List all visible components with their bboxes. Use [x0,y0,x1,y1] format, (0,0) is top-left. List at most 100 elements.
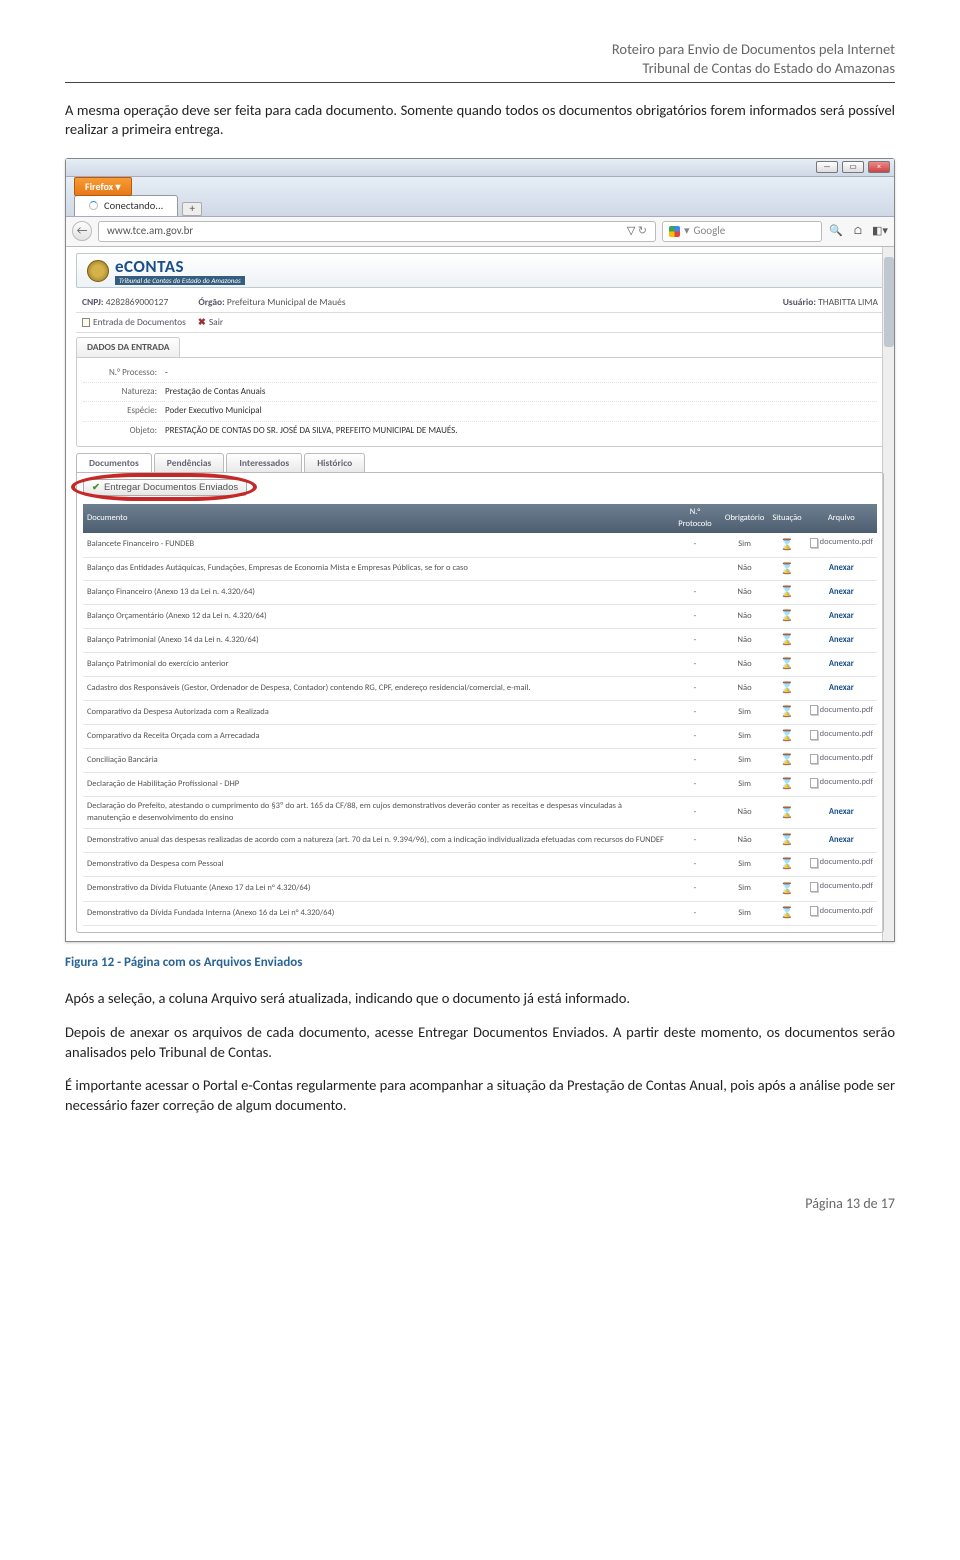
entregar-documentos-button[interactable]: ✔ Entregar Documentos Enviados [83,479,247,496]
browser-tab-loading[interactable]: Conectando... [74,195,178,216]
tab-interessados[interactable]: Interessados [226,453,302,473]
address-bar: ← www.tce.am.gov.br ▽ ↻ ▾ Google 🔍 ⌂ ◧▾ [66,217,894,247]
obrigatorio: Não [721,797,769,829]
menu-bar: Entrada de Documentos ✖Sair [76,313,884,333]
table-row: Declaração de Habilitação Profissional -… [83,773,877,797]
dados-row: Natureza:Prestação de Contas Anuais [83,383,877,402]
doc-name: Demonstrativo da Dívida Fundada Interna … [83,901,669,925]
header-line2: Tribunal de Contas do Estado do Amazonas [65,59,895,78]
anexar-link[interactable]: Anexar [829,659,854,669]
doc-name: Balancete Financeiro - FUNDEB [83,533,669,557]
situacao: ⌛ [768,773,805,797]
dados-tab-label: DADOS DA ENTRADA [76,337,180,357]
table-header: Documento [83,504,669,533]
menu-sair[interactable]: ✖Sair [198,316,223,329]
arquivo-pdf[interactable]: documento.pdf [810,705,873,716]
table-row: Balanço Orçamentário (Anexo 12 da Lei n.… [83,605,877,629]
doc-name: Cadastro dos Responsáveis (Gestor, Orden… [83,676,669,700]
tab-histórico[interactable]: Histórico [304,453,365,473]
doc-name: Demonstrativo da Dívida Flutuante (Anexo… [83,877,669,901]
dropdown-icon: ▽ ↻ [627,224,647,239]
arquivo-cell: documento.pdf [806,724,877,748]
anexar-link[interactable]: Anexar [829,807,854,817]
arquivo-pdf[interactable]: documento.pdf [810,753,873,764]
protocolo: - [669,533,721,557]
maximize-button[interactable]: ▭ [842,161,864,173]
situacao: ⌛ [768,700,805,724]
table-row: Comparativo da Receita Orçada com a Arre… [83,724,877,748]
paragraph-3: Depois de anexar os arquivos de cada doc… [65,1023,895,1062]
anexar-link[interactable]: Anexar [829,835,854,845]
situacao: ⌛ [768,676,805,700]
tab-documentos[interactable]: Documentos [76,453,152,473]
usuario-label: Usuário: [783,296,816,308]
home-icon[interactable]: ⌂ [850,223,866,239]
anexar-link[interactable]: Anexar [829,635,854,645]
search-icon[interactable]: 🔍 [828,223,844,239]
usuario-value: THABITTA LIMA [818,296,878,308]
doc-name: Demonstrativo anual das despesas realiza… [83,829,669,853]
anexar-link[interactable]: Anexar [829,611,854,621]
url-field[interactable]: www.tce.am.gov.br ▽ ↻ [98,221,656,242]
hourglass-icon: ⌛ [780,681,794,694]
doc-icon [810,906,818,916]
hourglass-icon: ⌛ [780,562,794,575]
firefox-menu-button[interactable]: Firefox ▾ [74,177,132,197]
table-row: Balanço Financeiro (Anexo 13 da Lei n. 4… [83,581,877,605]
doc-name: Balanço Patrimonial do exercício anterio… [83,652,669,676]
documentos-panel: ✔ Entregar Documentos Enviados Documento… [76,472,884,932]
back-button[interactable]: ← [72,221,92,241]
doc-name: Balanço Patrimonial (Anexo 14 da Lei n. … [83,629,669,653]
protocolo: - [669,853,721,877]
search-box[interactable]: ▾ Google [662,221,822,242]
doc-name: Declaração do Prefeito, atestando o cump… [83,797,669,829]
arquivo-pdf[interactable]: documento.pdf [810,857,873,868]
hourglass-icon: ⌛ [780,753,794,766]
table-header: Situação [768,504,805,533]
menu-entrada[interactable]: Entrada de Documentos [82,316,186,329]
paragraph-2: Após a seleção, a coluna Arquivo será at… [65,989,895,1009]
doc-header: Roteiro para Envio de Documentos pela In… [65,40,895,78]
close-button[interactable]: × [868,161,890,173]
tab-strip: Conectando... + [66,177,894,217]
econtas-subtitle: Tribunal de Contas do Estado do Amazonas [115,276,245,285]
anexar-link[interactable]: Anexar [829,563,854,573]
tab-label: Conectando... [104,199,163,213]
arquivo-pdf[interactable]: documento.pdf [810,881,873,892]
window-titlebar: — ▭ × [66,159,894,177]
obrigatorio: Não [721,557,769,581]
econtas-logo-text: eCONTAS [115,258,245,275]
arquivo-cell: documento.pdf [806,773,877,797]
arquivo-cell: Anexar [806,829,877,853]
close-icon: ✖ [198,316,206,329]
arquivo-cell: Anexar [806,629,877,653]
minimize-button[interactable]: — [816,161,838,173]
dados-value: Prestação de Contas Anuais [165,386,873,398]
arquivo-pdf[interactable]: documento.pdf [810,729,873,740]
hourglass-icon: ⌛ [780,705,794,718]
scroll-thumb[interactable] [884,257,894,347]
doc-icon [810,858,818,868]
obrigatorio: Sim [721,901,769,925]
protocolo: - [669,605,721,629]
doc-icon [810,705,818,715]
arquivo-cell: Anexar [806,557,877,581]
bookmarks-icon[interactable]: ◧▾ [872,223,888,239]
anexar-link[interactable]: Anexar [829,587,854,597]
arquivo-pdf[interactable]: documento.pdf [810,537,873,548]
situacao: ⌛ [768,749,805,773]
anexar-link[interactable]: Anexar [829,683,854,693]
arquivo-cell: documento.pdf [806,700,877,724]
orgao-label: Órgão: [198,296,224,308]
arquivo-pdf[interactable]: documento.pdf [810,906,873,917]
arquivo-pdf[interactable]: documento.pdf [810,777,873,788]
browser-screenshot: — ▭ × Firefox ▾ Conectando... + ← www.tc… [65,158,895,942]
situacao: ⌛ [768,581,805,605]
refresh-icon[interactable]: ↻ [638,224,647,237]
dados-value: - [165,367,873,379]
new-tab-button[interactable]: + [182,202,202,216]
obrigatorio: Sim [721,724,769,748]
tab-pendências[interactable]: Pendências [154,453,225,473]
doc-name: Balanço das Entidades Autáquicas, Fundaç… [83,557,669,581]
google-icon [669,226,680,237]
